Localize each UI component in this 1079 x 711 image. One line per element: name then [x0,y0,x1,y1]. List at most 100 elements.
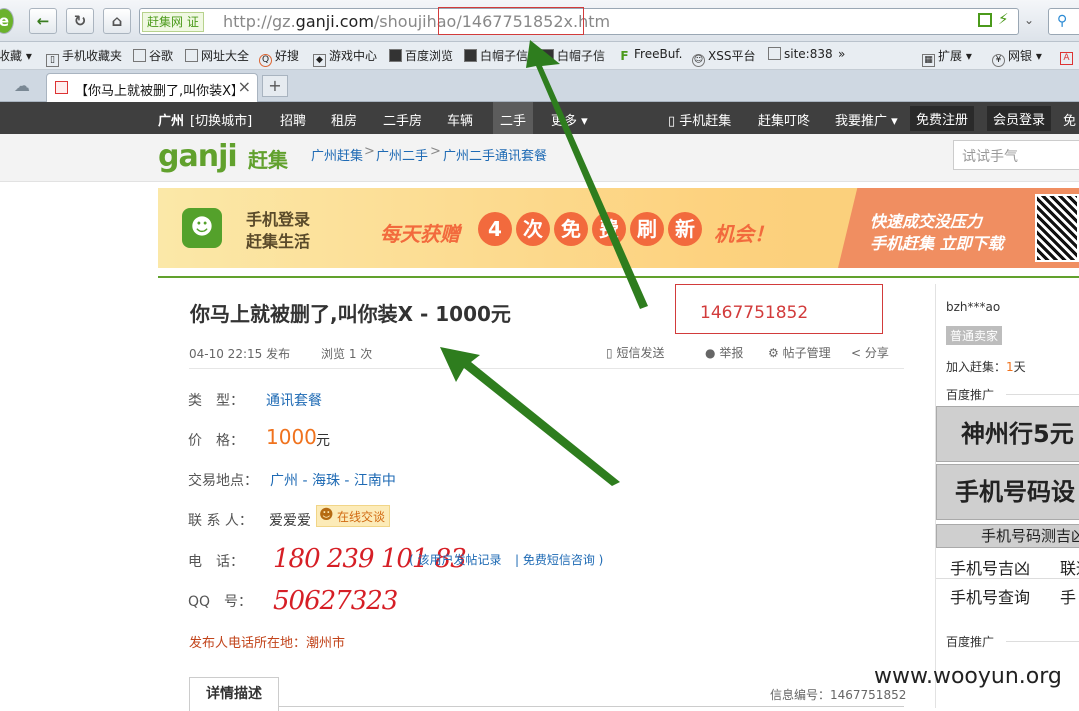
user-posts-link[interactable]: ( 该用户发帖记录 [409,551,502,568]
register-button[interactable]: 免费注册 [910,106,975,131]
join-duration: 加入赶集：1天 [946,360,1026,374]
app-banner[interactable]: ☻ 手机登录 赶集生活 每天获赠 4 次 免 费 刷 新 机会！ 快速成交没压力… [158,188,1079,268]
divider [1006,394,1079,395]
nav-item-secondhand[interactable]: 二手 [500,110,526,129]
ad-block[interactable]: 手机号码设 [936,464,1079,520]
donkey-mascot-icon: ☻ [182,208,222,248]
divider [189,368,904,369]
cloud-icon[interactable]: ☁ [14,76,30,95]
bookmark-item[interactable]: 白帽子信 [541,47,605,64]
bookmark-item[interactable]: F FreeBuf. [618,47,682,64]
home-icon[interactable]: ⌂ [103,8,131,34]
ebank-menu[interactable]: ¥ 网银 ▾ [992,47,1042,67]
gear-icon: ⚙ [768,346,779,360]
nav-item-overflow[interactable]: 免 [1063,110,1076,129]
bookmark-item[interactable]: Q 好搜 [259,47,299,67]
nav-mobile-link[interactable]: ▯ 手机赶集 [668,110,731,129]
banner-circle: 免 [554,212,588,246]
ganji-logo[interactable]: ganji [158,139,238,174]
close-icon[interactable]: × [238,77,251,96]
online-chat-button[interactable]: ☻ 在线交谈 [316,505,391,527]
lightning-icon[interactable]: ⚡ [998,10,1009,28]
nav-dingdong-link[interactable]: 赶集叮咚 [758,110,810,129]
alert-icon: ● [705,346,716,360]
banner-circle: 新 [668,212,702,246]
type-value-link[interactable]: 通讯套餐 [266,390,322,410]
tab-details[interactable]: 详情描述 [189,677,279,711]
breadcrumb-sep-icon: > [364,144,375,159]
qq-label: QQ 号： [188,594,253,610]
nav-item-more[interactable]: 更多 ▾ [551,110,588,129]
sms-send-link[interactable]: ▯ 短信发送 [606,344,664,361]
share-icon: < [851,346,862,360]
ad-link[interactable]: 联通 [1060,555,1079,579]
ad-link[interactable]: 手机号吉凶 [950,555,1030,579]
current-city: 广州 [158,114,185,129]
banner-text: 赶集生活 [246,232,311,251]
browser-address-row: e ← ↻ ⌂ 赶集网 证 http://gz.ganji.com/shouji… [0,0,1079,42]
site-header: ganji 赶集 广州赶集 > 广州二手 > 广州二手通讯套餐 试试手气 [0,134,1079,182]
bookmark-favorites[interactable]: 收藏 ▾ [0,47,32,64]
post-manage-link[interactable]: ⚙ 帖子管理 [768,344,831,361]
phone-icon: ▯ [46,54,59,67]
share-link[interactable]: < 分享 [851,344,889,361]
breadcrumb-home[interactable]: 广州赶集 [311,145,363,164]
bookmark-item[interactable]: 百度浏览 [389,47,453,64]
site-verify-badge[interactable]: 赶集网 证 [142,12,204,32]
highlighted-id: 1467751852 [700,303,809,323]
ad-link[interactable]: 手 [1060,584,1076,608]
dropdown-icon[interactable]: ⌄ [1024,13,1034,27]
refresh-icon[interactable]: ↻ [66,8,94,34]
switch-city-link[interactable]: [切换城市] [190,110,252,129]
phone-label: 电 话： [188,554,244,570]
page-icon [768,47,781,60]
price-label: 价 格： [188,433,244,449]
tab-active[interactable]: 【你马上就被删了,叫你装X】· × [46,73,258,102]
bookmark-icon [389,49,402,62]
nav-item-rent[interactable]: 租房 [331,110,357,129]
nav-promote-menu[interactable]: 我要推广 ▾ [835,110,898,129]
breadcrumb-category[interactable]: 广州二手 [376,145,428,164]
back-button[interactable]: e [0,8,14,34]
address-bar[interactable]: 赶集网 证 http://gz.ganji.com/shoujihao/1467… [139,7,1034,35]
seller-sidebar: bzh***ao 普通卖家 加入赶集：1天 百度推广 神州行5元 手机号码设 手… [935,284,1079,708]
nav-item-jobs[interactable]: 招聘 [280,110,306,129]
adblock-icon[interactable]: A [1060,47,1076,65]
extensions-menu[interactable]: ▦ 扩展 ▾ [922,47,972,67]
ad-link[interactable]: 手机号查询 [950,584,1030,608]
banner-circle: 刷 [630,212,664,246]
page-icon [133,49,146,62]
price-unit: 元 [316,433,330,449]
banner-text: 每天获赠 [380,222,460,246]
ad-block[interactable]: 手机号码测吉凶 [936,524,1079,548]
search-box[interactable]: ⚲ [1048,8,1079,35]
post-views: 浏览 1 次 [321,347,373,361]
qr-icon[interactable] [978,13,992,27]
contact-name: 爱爱爱 [269,513,311,529]
site-search-input[interactable]: 试试手气 [953,140,1079,170]
ad-block[interactable]: 神州行5元 [936,406,1079,462]
nav-item-house[interactable]: 二手房 [383,110,422,129]
bookmark-item[interactable]: site:838 [768,47,833,61]
bookmark-item[interactable]: ☺ XSS平台 [692,47,755,67]
login-button[interactable]: 会员登录 [987,106,1052,131]
bookmark-item[interactable]: ◆ 游戏中心 [313,47,377,67]
breadcrumb-subcategory[interactable]: 广州二手通讯套餐 [443,145,547,164]
report-link[interactable]: ● 举报 [705,344,743,361]
bookmark-item[interactable]: 网址大全 [185,47,249,64]
breadcrumb-sep-icon: > [430,144,441,159]
bookmark-icon [464,49,477,62]
free-sms-link[interactable]: | 免费短信咨询 ) [515,551,603,568]
new-tab-button[interactable]: + [262,75,288,97]
back-arrow-icon[interactable]: ← [29,8,57,34]
bookmark-item[interactable]: ▯ 手机收藏夹 [46,47,122,67]
banner-circle: 次 [516,212,550,246]
location-value-link[interactable]: 广州 - 海珠 - 江南中 [270,470,396,490]
more-bookmarks-icon[interactable]: » [838,47,845,61]
bookmark-item[interactable]: 谷歌 [133,47,173,64]
xss-icon: ☺ [692,54,705,67]
bookmark-item[interactable]: 白帽子信 [464,47,528,64]
nav-item-cars[interactable]: 车辆 [447,110,473,129]
seller-username: bzh***ao [946,300,1001,314]
promo-label: 百度推广 [946,635,995,649]
